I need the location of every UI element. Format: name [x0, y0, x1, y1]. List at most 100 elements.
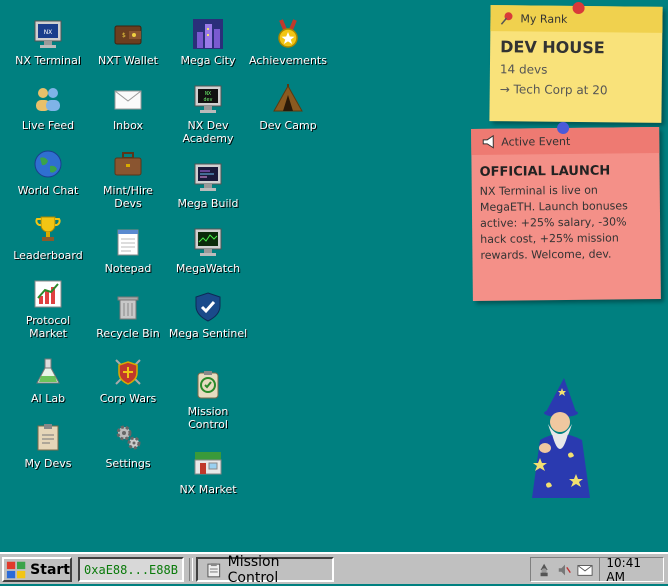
svg-text:$: $: [122, 32, 126, 39]
desktop-icon-nx-dev-academy[interactable]: NX dev NX Dev Academy: [168, 83, 248, 145]
shield-swords-icon: [115, 359, 141, 385]
desktop-icon-dev-camp[interactable]: Dev Camp: [248, 83, 328, 132]
icon-label: NX Dev Academy: [182, 119, 234, 145]
taskbar-clock: 10:41 AM: [599, 556, 663, 584]
gears-icon: [116, 425, 141, 450]
rank-next-tier: → Tech Corp at 20: [499, 82, 608, 98]
desktop-icon-nx-terminal[interactable]: NX NX Terminal: [8, 18, 88, 67]
mission-control-icon: [197, 371, 219, 399]
desktop-icon-my-devs[interactable]: My Devs: [8, 421, 88, 470]
svg-text:NX: NX: [44, 29, 53, 36]
build-monitor-icon: [194, 163, 222, 191]
icon-label: Recycle Bin: [96, 327, 160, 340]
desktop: NX NX Terminal Live Feed World Chat Lead…: [0, 0, 668, 552]
event-sticky-note: Active Event OFFICIAL LAUNCH NX Terminal…: [471, 121, 661, 301]
taskbar-window-label: Mission Control: [227, 553, 280, 586]
icon-label: Achievements: [249, 54, 327, 67]
rank-note-header-label: My Rank: [520, 11, 568, 26]
desktop-icon-mega-sentinel[interactable]: Mega Sentinel: [168, 291, 248, 340]
icon-label: AI Lab: [30, 392, 66, 405]
pushpin-icon: [500, 12, 513, 25]
taskbar: Start 0xaE88...E88B Mission Control 10:4…: [0, 552, 668, 586]
clipboard-icon: [207, 562, 221, 577]
briefcase-icon: [114, 152, 142, 176]
clipboard-icon: [37, 424, 59, 451]
blue-pin: [557, 121, 570, 135]
icon-label: Corp Wars: [99, 392, 157, 405]
icon-label: Settings: [105, 457, 151, 470]
globe-icon: [34, 150, 62, 178]
desktop-icon-corp-wars[interactable]: Corp Wars: [88, 356, 168, 405]
trash-icon: [117, 296, 139, 320]
desktop-icon-inbox[interactable]: Inbox: [88, 83, 168, 132]
svg-text:dev: dev: [203, 97, 212, 103]
desktop-icon-mega-city[interactable]: Mega City: [168, 18, 248, 67]
start-label: Start: [30, 561, 70, 578]
desktop-icon-notepad[interactable]: Notepad: [88, 226, 168, 275]
shield-check-icon: [195, 292, 221, 322]
academy-monitor-icon: NX dev: [194, 85, 222, 113]
envelope-icon: [114, 90, 142, 110]
icon-label: Live Feed: [21, 119, 75, 132]
wallet-icon: $: [114, 25, 142, 45]
rank-title: DEV HOUSE: [500, 37, 605, 58]
flask-icon: [36, 358, 60, 384]
medal-icon: [278, 19, 298, 48]
red-pin: [572, 1, 585, 15]
system-tray: 10:41 AM: [530, 556, 664, 584]
start-button[interactable]: Start: [2, 557, 72, 582]
desktop-icon-nxt-wallet[interactable]: $ NXT Wallet: [88, 18, 168, 67]
market-icon: [194, 452, 222, 475]
event-note-header-label: Active Event: [501, 134, 571, 149]
users-icon: [36, 88, 60, 111]
wallet-address-button[interactable]: 0xaE88...E88B: [78, 557, 184, 582]
megaphone-icon: [482, 134, 494, 149]
desktop-icon-recycle-bin[interactable]: Recycle Bin: [88, 291, 168, 340]
desktop-icon-leaderboard[interactable]: Leaderboard: [8, 213, 88, 262]
terminal-icon: NX: [34, 20, 62, 48]
icon-label: Dev Camp: [259, 119, 317, 132]
city-icon: [193, 19, 223, 49]
tent-icon: [273, 84, 303, 112]
desktop-icon-mint-hire-devs[interactable]: Mint/Hire Devs: [88, 148, 168, 210]
chart-icon: [34, 280, 62, 308]
desktop-icon-megawatch[interactable]: MegaWatch: [168, 226, 248, 275]
event-description: NX Terminal is live on MegaETH. Launch b…: [479, 183, 628, 262]
desktop-icon-mission-control[interactable]: Mission Control: [168, 369, 248, 431]
desktop-icon-ai-lab[interactable]: AI Lab: [8, 356, 88, 405]
desktop-icon-achievements[interactable]: Achievements: [248, 18, 328, 67]
icon-label: Inbox: [112, 119, 144, 132]
speaker-muted-icon[interactable]: [557, 562, 572, 578]
rank-dev-count: 14 devs: [499, 62, 548, 77]
icon-label: NXT Wallet: [98, 54, 158, 67]
windows-logo-icon: [6, 561, 26, 578]
icon-label: Mega Sentinel: [168, 327, 248, 340]
icon-label: World Chat: [17, 184, 79, 197]
icon-label: NX Terminal: [15, 54, 81, 67]
desktop-icon-mega-build[interactable]: Mega Build: [168, 161, 248, 210]
icon-label: Mint/Hire Devs: [103, 184, 153, 210]
wizard-assistant[interactable]: [518, 378, 592, 498]
icon-label: Mission Control: [187, 405, 229, 431]
watch-monitor-icon: [194, 228, 222, 256]
icon-label: Mega City: [180, 54, 236, 67]
mail-icon[interactable]: [577, 563, 593, 577]
icon-label: Notepad: [104, 262, 152, 275]
event-title: OFFICIAL LAUNCH: [479, 163, 611, 180]
taskbar-separator: [189, 558, 193, 581]
wizard-tray-icon[interactable]: [537, 562, 551, 578]
taskbar-window-button[interactable]: Mission Control: [196, 554, 334, 586]
desktop-icon-settings[interactable]: Settings: [88, 421, 168, 470]
icon-label: Leaderboard: [13, 249, 83, 262]
desktop-icon-live-feed[interactable]: Live Feed: [8, 83, 88, 132]
icon-label: MegaWatch: [175, 262, 241, 275]
icon-label: Protocol Market: [25, 314, 71, 340]
desktop-icon-world-chat[interactable]: World Chat: [8, 148, 88, 197]
desktop-icon-nx-market[interactable]: NX Market: [168, 447, 248, 496]
icon-label: NX Market: [179, 483, 237, 496]
trophy-icon: [35, 216, 61, 241]
rank-sticky-note: My Rank DEV HOUSE 14 devs → Tech Corp at…: [489, 1, 663, 123]
notepad-icon: [117, 229, 139, 256]
desktop-icon-protocol-market[interactable]: Protocol Market: [8, 278, 88, 340]
icon-label: My Devs: [24, 457, 72, 470]
